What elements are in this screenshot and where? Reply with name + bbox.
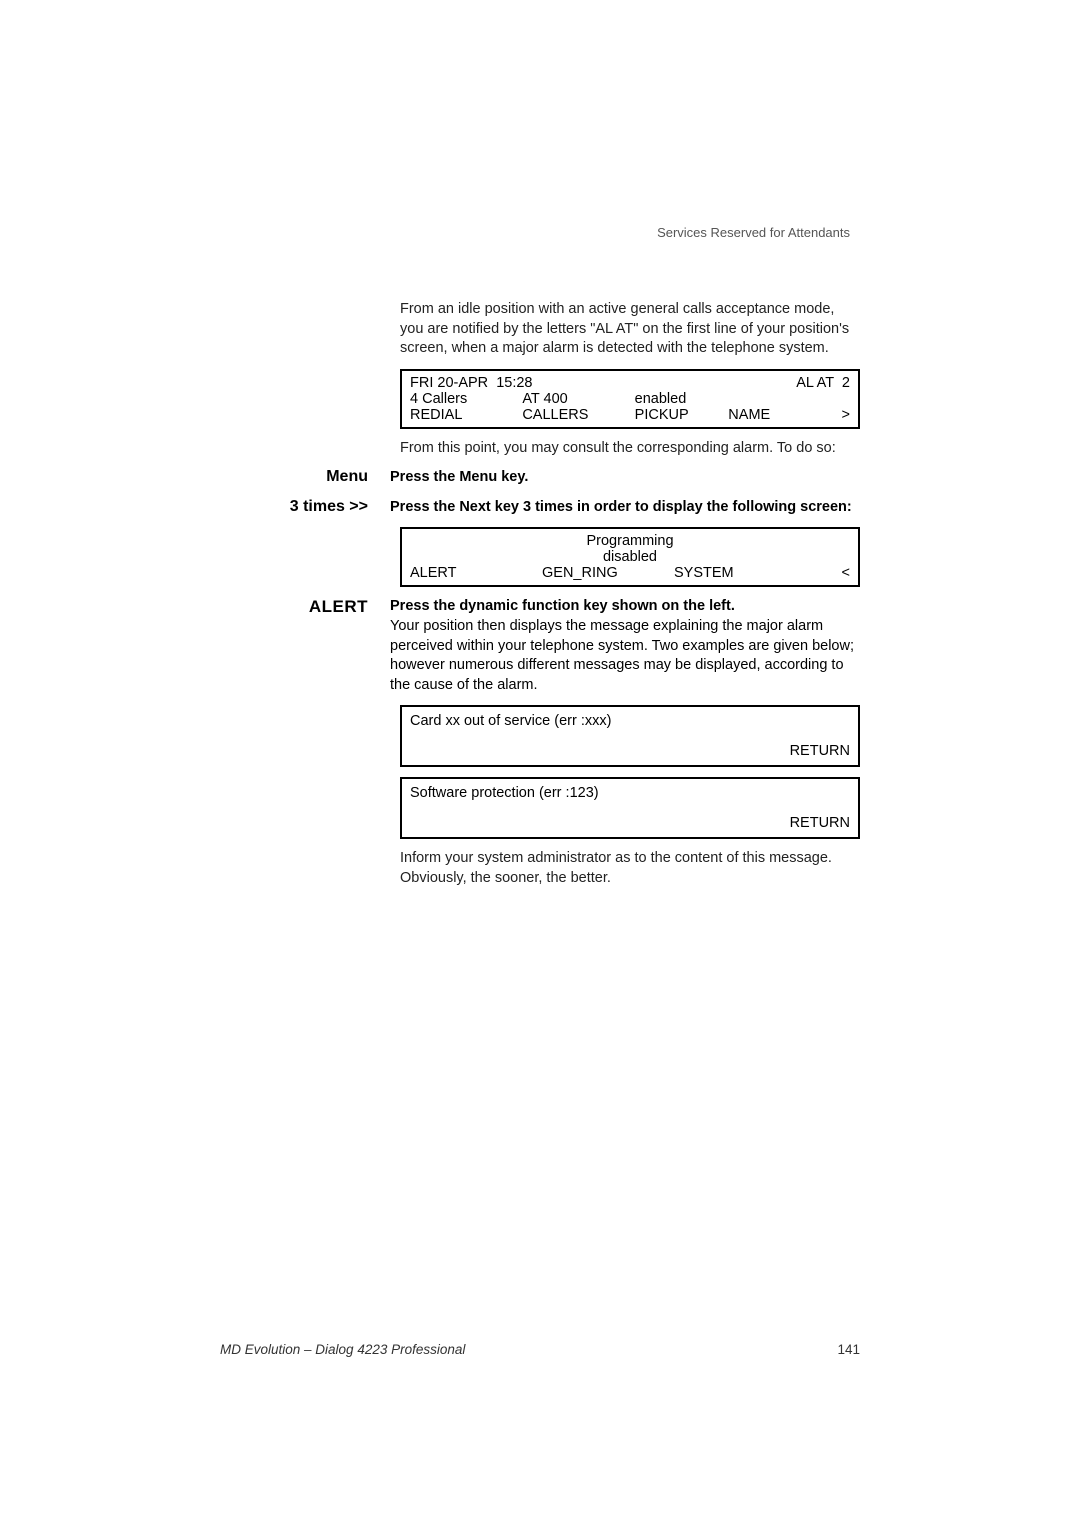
screen2-prev-arrow: <	[817, 565, 850, 581]
alert-instruction-text: Your position then displays the message …	[390, 618, 854, 693]
screen4-message: Software protection (err :123)	[410, 785, 850, 801]
screen1-datetime: FRI 20-APR 15:28	[410, 375, 630, 391]
step-alert: ALERT Press the dynamic function key sho…	[220, 597, 860, 695]
screen1-softkey-name: NAME	[728, 407, 822, 423]
screen2-title: Programming	[410, 533, 850, 549]
screen1-softkey-pickup: PICKUP	[635, 407, 729, 423]
screen1-alarm-indicator: AL AT 2	[630, 375, 850, 391]
screen3-message: Card xx out of service (err :xxx)	[410, 713, 850, 729]
step-menu: Menu Press the Menu key.	[220, 468, 860, 488]
footer-product: MD Evolution – Dialog 4223 Professional	[220, 1342, 465, 1357]
footer-page-number: 141	[837, 1342, 860, 1357]
screen1-callers: 4 Callers	[410, 391, 522, 407]
phone-screen-1: FRI 20-APR 15:28 AL AT 2 4 Callers AT 40…	[400, 369, 860, 429]
screen1-row3: REDIAL CALLERS PICKUP NAME >	[410, 407, 850, 423]
screen2-status: disabled	[410, 549, 850, 565]
main-content: From an idle position with an active gen…	[220, 300, 860, 898]
screen2-row1: Programming	[410, 533, 850, 549]
screen1-ext: AT 400	[522, 391, 634, 407]
phone-screen-4: Software protection (err :123) RETURN	[400, 777, 860, 839]
step-next: 3 times >> Press the Next key 3 times in…	[220, 498, 860, 518]
screen1-softkey-redial: REDIAL	[410, 407, 522, 423]
closing-paragraph: Inform your system administrator as to t…	[400, 849, 860, 888]
screen4-return: RETURN	[410, 815, 850, 831]
screen1-row2: 4 Callers AT 400 enabled	[410, 391, 850, 407]
next-key-label: 3 times >>	[220, 498, 390, 518]
screen2-softkey-system: SYSTEM	[674, 565, 817, 581]
screen2-softkey-genring: GEN_RING	[542, 565, 674, 581]
section-title: Services Reserved for Attendants	[657, 225, 850, 240]
consult-paragraph: From this point, you may consult the cor…	[400, 439, 860, 459]
screen2-row3: ALERT GEN_RING SYSTEM <	[410, 565, 850, 581]
page-section-header: Services Reserved for Attendants	[657, 225, 850, 240]
screen3-return: RETURN	[410, 743, 850, 759]
intro-paragraph: From an idle position with an active gen…	[400, 300, 860, 359]
alert-key-label: ALERT	[220, 597, 390, 695]
phone-screen-3: Card xx out of service (err :xxx) RETURN	[400, 705, 860, 767]
screen1-status: enabled	[635, 391, 729, 407]
alert-instruction-bold: Press the dynamic function key shown on …	[390, 598, 735, 614]
screen2-softkey-alert: ALERT	[410, 565, 542, 581]
page-footer: MD Evolution – Dialog 4223 Professional …	[220, 1342, 860, 1357]
screen2-row2: disabled	[410, 549, 850, 565]
menu-key-label: Menu	[220, 468, 390, 488]
next-instruction: Press the Next key 3 times in order to d…	[390, 498, 860, 518]
alert-instruction-body: Press the dynamic function key shown on …	[390, 597, 860, 695]
menu-instruction: Press the Menu key.	[390, 468, 860, 488]
screen1-row1: FRI 20-APR 15:28 AL AT 2	[410, 375, 850, 391]
phone-screen-2: Programming disabled ALERT GEN_RING SYST…	[400, 527, 860, 587]
screen1-next-arrow: >	[822, 407, 850, 423]
screen1-softkey-callers: CALLERS	[522, 407, 634, 423]
